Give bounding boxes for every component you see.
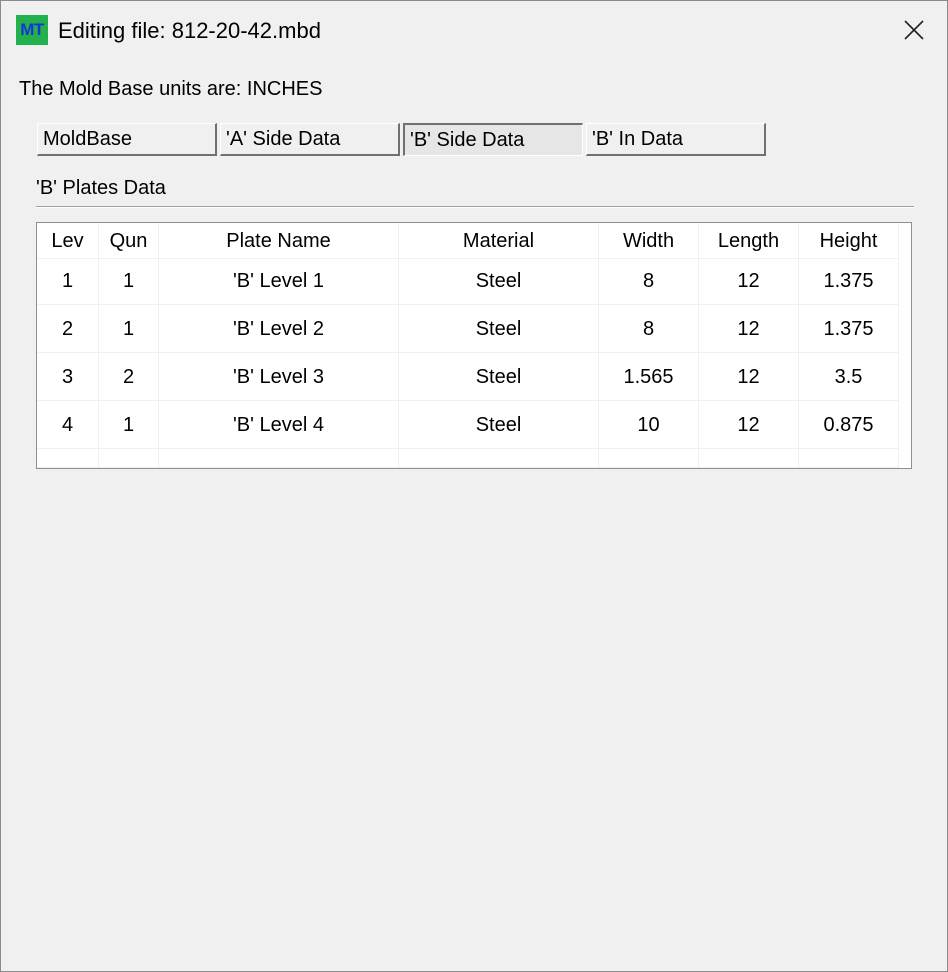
column-header-height[interactable]: Height (799, 223, 899, 259)
close-icon (904, 20, 924, 40)
table-cell[interactable]: 12 (699, 257, 799, 305)
table-cell[interactable]: 'B' Level 1 (159, 257, 399, 305)
editor-window: MT Editing file: 812-20-42.mbd The Mold … (0, 0, 948, 972)
table-cell[interactable]: 10 (599, 401, 699, 449)
column-header-width[interactable]: Width (599, 223, 699, 259)
table-cell[interactable]: 0.875 (799, 401, 899, 449)
table-cell[interactable]: 'B' Level 4 (159, 401, 399, 449)
empty-cell[interactable] (599, 449, 699, 468)
empty-cell[interactable] (799, 449, 899, 468)
column-header-length[interactable]: Length (699, 223, 799, 259)
section-title: 'B' Plates Data (36, 177, 166, 199)
table-cell[interactable]: 1.375 (799, 305, 899, 353)
table-cell[interactable]: 8 (599, 257, 699, 305)
table-cell[interactable]: 'B' Level 2 (159, 305, 399, 353)
empty-cell[interactable] (159, 449, 399, 468)
column-header-lev[interactable]: Lev (37, 223, 99, 259)
table-cell[interactable]: Steel (399, 353, 599, 401)
column-header-material[interactable]: Material (399, 223, 599, 259)
empty-cell[interactable] (37, 449, 99, 468)
table-cell[interactable]: 1 (37, 257, 99, 305)
section-divider (36, 206, 914, 208)
table-cell[interactable]: 'B' Level 3 (159, 353, 399, 401)
table-cell[interactable]: 2 (37, 305, 99, 353)
table-cell[interactable]: 1 (99, 257, 159, 305)
empty-cell[interactable] (99, 449, 159, 468)
plates-data-grid[interactable]: Lev Qun Plate Name Material Width Length… (36, 222, 912, 469)
table-cell[interactable]: 2 (99, 353, 159, 401)
title-bar: MT Editing file: 812-20-42.mbd (1, 1, 947, 61)
window-title: Editing file: 812-20-42.mbd (58, 18, 321, 43)
close-button[interactable] (897, 13, 931, 47)
table-cell[interactable]: Steel (399, 401, 599, 449)
table-cell[interactable]: 3 (37, 353, 99, 401)
table-cell[interactable]: 12 (699, 305, 799, 353)
tab-b-side-data[interactable]: 'B' Side Data (403, 123, 583, 156)
column-header-plate-name[interactable]: Plate Name (159, 223, 399, 259)
app-logo-icon: MT (16, 15, 48, 45)
table-cell[interactable]: Steel (399, 257, 599, 305)
tab-a-side-data[interactable]: 'A' Side Data (220, 123, 400, 156)
table-cell[interactable]: 1 (99, 305, 159, 353)
table-cell[interactable]: 8 (599, 305, 699, 353)
table-cell[interactable]: 12 (699, 353, 799, 401)
table-cell[interactable]: 3.5 (799, 353, 899, 401)
table-cell[interactable]: 12 (699, 401, 799, 449)
tab-moldbase[interactable]: MoldBase (37, 123, 217, 156)
table-cell[interactable]: 1.565 (599, 353, 699, 401)
table-cell[interactable]: 4 (37, 401, 99, 449)
column-header-qun[interactable]: Qun (99, 223, 159, 259)
table-cell[interactable]: 1 (99, 401, 159, 449)
empty-cell[interactable] (699, 449, 799, 468)
table-cell[interactable]: 1.375 (799, 257, 899, 305)
table-cell[interactable]: Steel (399, 305, 599, 353)
units-label: The Mold Base units are: INCHES (19, 78, 323, 100)
empty-cell[interactable] (399, 449, 599, 468)
tab-b-in-data[interactable]: 'B' In Data (586, 123, 766, 156)
